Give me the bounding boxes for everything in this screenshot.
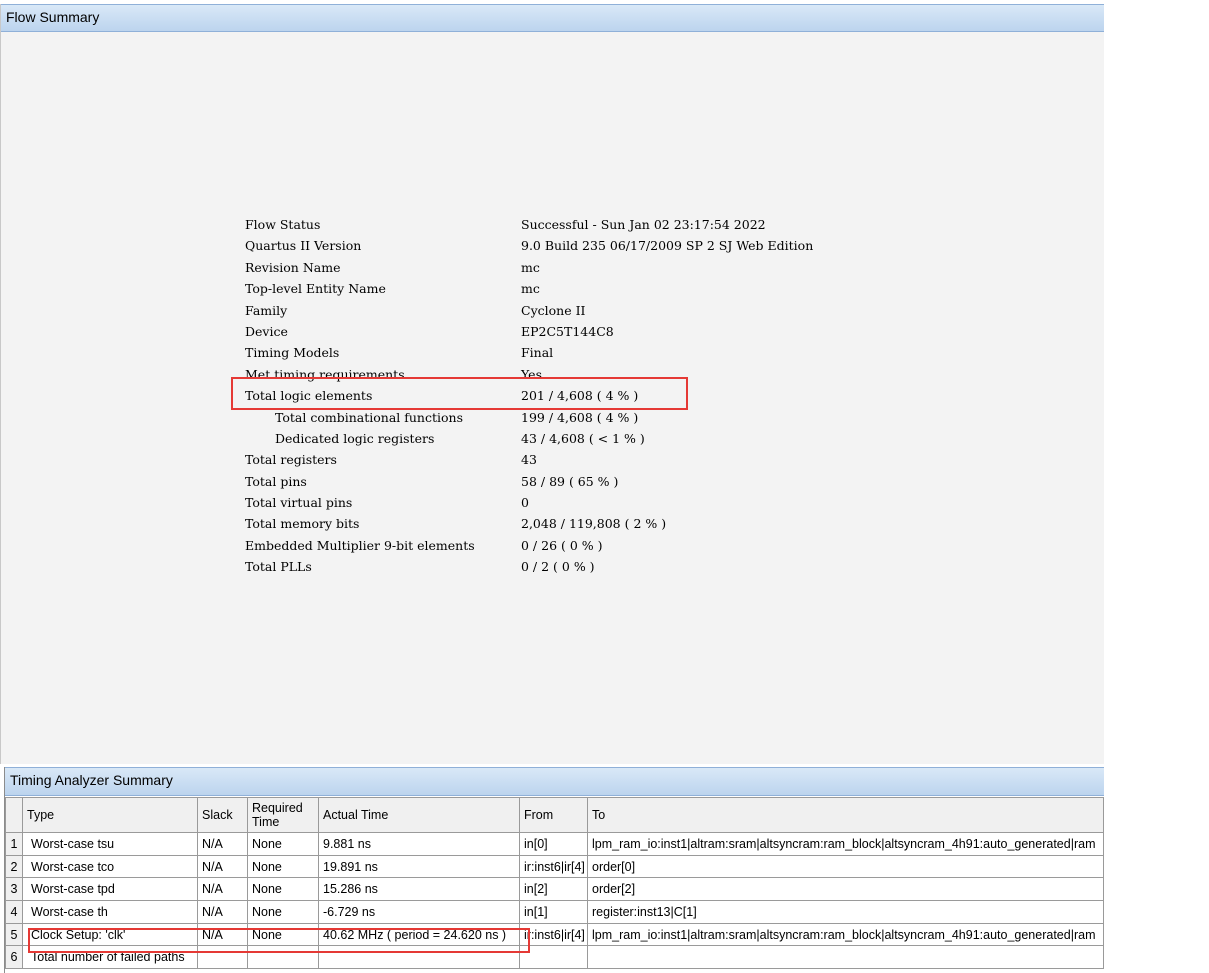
- summary-value: Cyclone II: [521, 302, 586, 318]
- cell-type: Worst-case tsu: [22, 832, 198, 856]
- table-row[interactable]: 2 Worst-case tco N/A None 19.891 ns ir:inst6|…: [5, 854, 1104, 879]
- column-header-required-time[interactable]: Required Time: [247, 797, 319, 833]
- cell-to: order[2]: [587, 877, 1104, 902]
- summary-value: 0 / 2 ( 0 % ): [521, 559, 595, 575]
- cell-slack: N/A: [197, 877, 248, 902]
- summary-label: Total memory bits: [245, 516, 360, 532]
- summary-value: Successful - Sun Jan 02 23:17:54 2022: [521, 217, 766, 232]
- timing-analyzer-title: Timing Analyzer Summary: [10, 772, 173, 788]
- summary-value: 9.0 Build 235 06/17/2009 SP 2 SJ Web Edi…: [521, 238, 814, 254]
- cell-from: in[2]: [519, 877, 588, 902]
- cell-actual-time: -6.729 ns: [318, 900, 520, 924]
- summary-label: Flow Status: [245, 217, 321, 232]
- cell-required-time: None: [247, 854, 319, 879]
- cell-from: in[1]: [519, 900, 588, 924]
- cell-from: ir:inst6|ir[4]: [519, 854, 588, 879]
- column-header-type[interactable]: Type: [22, 797, 198, 833]
- cell-actual-time: 15.286 ns: [318, 877, 520, 902]
- cell-to: [587, 945, 1104, 970]
- column-header-slack[interactable]: Slack: [197, 797, 248, 833]
- table-row[interactable]: 1 Worst-case tsu N/A None 9.881 ns in[0] lpm_r…: [5, 832, 1104, 856]
- highlight-clock-setup: [28, 928, 530, 953]
- cell-to: register:inst13|C[1]: [587, 900, 1104, 924]
- summary-value: 43 / 4,608 ( < 1 % ): [521, 430, 645, 446]
- row-number: 3: [5, 877, 23, 902]
- summary-value: 58 / 89 ( 65 % ): [521, 473, 619, 489]
- cell-actual-time: 19.891 ns: [318, 854, 520, 879]
- highlight-total-logic-elements: [231, 377, 688, 410]
- summary-value: Final: [521, 345, 554, 361]
- summary-value: EP2C5T144C8: [521, 323, 614, 339]
- column-header-to[interactable]: To: [587, 797, 1104, 833]
- row-number: 2: [5, 854, 23, 879]
- cell-type: Worst-case tco: [22, 854, 198, 879]
- flow-summary-title: Flow Summary: [6, 9, 100, 25]
- summary-label: Quartus II Version: [245, 238, 362, 254]
- summary-label: Revision Name: [245, 259, 341, 275]
- cell-slack: N/A: [197, 900, 248, 924]
- summary-label: Total registers: [245, 452, 337, 468]
- summary-label: Family: [245, 302, 288, 318]
- cell-type: Worst-case th: [22, 900, 198, 924]
- summary-label: Top-level Entity Name: [245, 281, 386, 297]
- summary-label: Device: [245, 323, 288, 339]
- cell-slack: N/A: [197, 832, 248, 856]
- table-row[interactable]: 3 Worst-case tpd N/A None 15.286 ns in[2] orde…: [5, 877, 1104, 902]
- summary-value: 2,048 / 119,808 ( 2 % ): [521, 516, 667, 532]
- row-number: 1: [5, 832, 23, 856]
- row-number: 5: [5, 922, 23, 947]
- cell-type: Worst-case tpd: [22, 877, 198, 902]
- column-header-num[interactable]: [5, 797, 23, 833]
- summary-value: mc: [521, 259, 540, 275]
- cell-required-time: None: [247, 900, 319, 924]
- cell-actual-time: 9.881 ns: [318, 832, 520, 856]
- summary-label: Total PLLs: [245, 559, 312, 575]
- column-header-from[interactable]: From: [519, 797, 588, 833]
- summary-label: Embedded Multiplier 9-bit elements: [245, 537, 475, 553]
- cell-to: lpm_ram_io:inst1|altram:sram|altsyncram:…: [587, 922, 1104, 947]
- cell-required-time: None: [247, 832, 319, 856]
- cell-required-time: None: [247, 877, 319, 902]
- timing-analyzer-header[interactable]: Timing Analyzer Summary: [5, 767, 1104, 796]
- flow-summary-header[interactable]: Flow Summary: [1, 4, 1104, 32]
- cell-slack: N/A: [197, 854, 248, 879]
- summary-label: Total virtual pins: [245, 495, 353, 511]
- summary-value: mc: [521, 281, 540, 297]
- summary-label: Total combinational functions: [275, 409, 463, 425]
- cell-to: lpm_ram_io:inst1|altram:sram|altsyncram:…: [587, 832, 1104, 856]
- timing-table-header-row: Type Slack Required Time Actual Time Fro…: [5, 797, 1104, 833]
- summary-label: Total pins: [245, 473, 307, 489]
- summary-value: 199 / 4,608 ( 4 % ): [521, 409, 639, 425]
- column-header-actual-time[interactable]: Actual Time: [318, 797, 520, 833]
- summary-value: 43: [521, 452, 537, 468]
- table-row[interactable]: 4 Worst-case th N/A None -6.729 ns in[1] regis…: [5, 900, 1104, 924]
- summary-label: Dedicated logic registers: [275, 430, 435, 446]
- cell-from: in[0]: [519, 832, 588, 856]
- row-number: 6: [5, 945, 23, 970]
- cell-to: order[0]: [587, 854, 1104, 879]
- summary-value: 0: [521, 495, 529, 511]
- row-number: 4: [5, 900, 23, 924]
- summary-value: 0 / 26 ( 0 % ): [521, 537, 603, 553]
- summary-label: Timing Models: [245, 345, 340, 361]
